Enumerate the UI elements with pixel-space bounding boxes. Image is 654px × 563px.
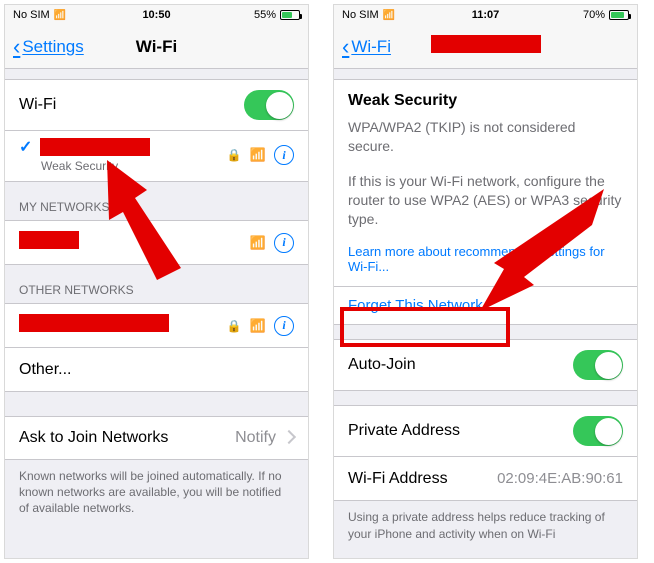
chevron-left-icon: ‹ [13,34,20,60]
info-icon[interactable]: i [274,316,294,336]
back-button[interactable]: ‹ Settings [13,34,84,60]
weak-security-para1: WPA/WPA2 (TKIP) is not considered secure… [334,112,637,162]
status-bar: No SIM 11:07 70% [334,5,637,25]
info-icon[interactable]: i [274,145,294,165]
wifi-address-row: Wi-Fi Address 02:09:4E:AB:90:61 [334,457,637,501]
wifi-toggle-row[interactable]: Wi-Fi [5,79,308,131]
battery-pct: 55% [254,9,276,21]
battery-icon [280,10,300,20]
wifi-strength-icon [250,317,266,335]
private-address-row[interactable]: Private Address [334,405,637,457]
battery-pct: 70% [583,9,605,21]
other-network-row[interactable]: i [5,303,308,348]
learn-more-link[interactable]: Learn more about recommended settings fo… [334,234,637,286]
wifi-toggle-label: Wi-Fi [19,96,244,114]
redacted-network-name [431,35,541,53]
weak-security-para2: If this is your Wi-Fi network, configure… [334,162,637,235]
weak-security-title: Weak Security [334,79,637,112]
battery-icon [609,10,629,20]
clock: 11:07 [438,9,534,21]
ask-to-join-row[interactable]: Ask to Join Networks Notify [5,416,308,460]
wifi-address-label: Wi-Fi Address [348,470,497,488]
carrier-text: No SIM [13,9,50,21]
phone-right-network-detail: No SIM 11:07 70% ‹ Wi-Fi Weak Security W… [333,4,638,559]
status-bar: No SIM 10:50 55% [5,5,308,25]
back-label: Wi-Fi [351,37,391,57]
back-button[interactable]: ‹ Wi-Fi [342,34,391,60]
info-icon[interactable]: i [274,233,294,253]
nav-bar: ‹ Wi-Fi [334,25,637,69]
lock-icon [227,317,242,335]
phone-left-wifi-list: No SIM 10:50 55% ‹ Settings Wi-Fi Wi-Fi [4,4,309,559]
checkmark-icon [19,137,40,157]
page-title: Wi-Fi [136,37,177,57]
clock: 10:50 [109,9,205,21]
lock-icon [227,146,242,164]
ask-value: Notify [235,429,276,447]
auto-join-toggle[interactable] [573,350,623,380]
wifi-address-value: 02:09:4E:AB:90:61 [497,470,623,487]
connected-network-row[interactable]: Weak Security i [5,131,308,182]
carrier-text: No SIM [342,9,379,21]
other-networks-header: OTHER NETWORKS [5,265,308,303]
back-label: Settings [22,37,83,57]
wifi-icon [383,9,395,21]
ask-footer: Known networks will be joined automatica… [5,460,308,533]
wifi-toggle[interactable] [244,90,294,120]
auto-join-label: Auto-Join [348,356,573,374]
forget-network-button[interactable]: Forget This Network [334,286,637,325]
page-title [431,35,541,58]
ask-label: Ask to Join Networks [19,429,235,447]
redacted-network-name [40,138,150,156]
redacted-network-name [19,314,169,332]
wifi-icon [54,9,66,21]
weak-security-sub: Weak Security [41,159,227,173]
other-label: Other... [19,361,294,379]
my-network-row[interactable]: i [5,220,308,265]
wifi-strength-icon [250,146,266,164]
private-address-toggle[interactable] [573,416,623,446]
auto-join-row[interactable]: Auto-Join [334,339,637,391]
other-network-option[interactable]: Other... [5,348,308,392]
wifi-strength-icon [250,234,266,252]
chevron-right-icon [284,429,294,447]
my-networks-header: MY NETWORKS [5,182,308,220]
private-address-footer: Using a private address helps reduce tra… [334,501,637,557]
redacted-network-name [19,231,79,249]
private-address-label: Private Address [348,422,573,440]
chevron-left-icon: ‹ [342,34,349,60]
nav-bar: ‹ Settings Wi-Fi [5,25,308,69]
